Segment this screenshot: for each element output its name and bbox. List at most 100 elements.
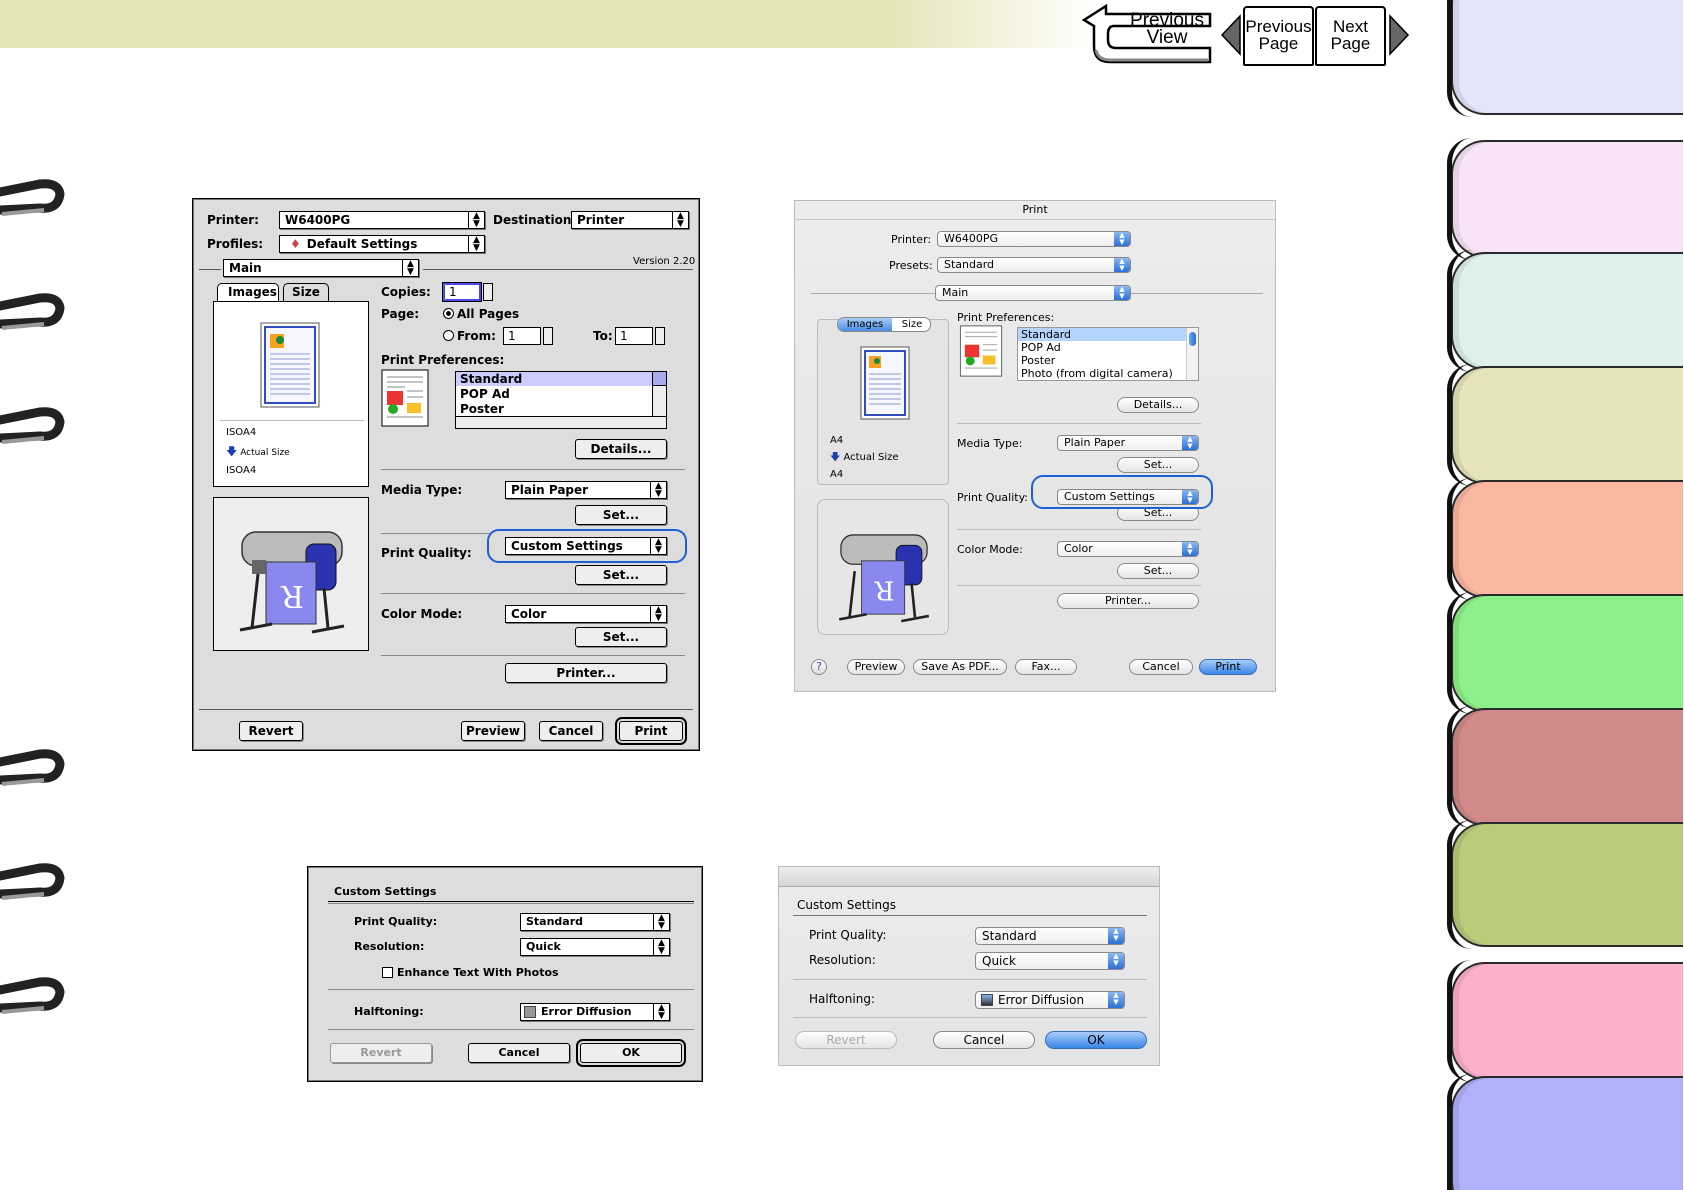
print-quality-select[interactable]: Standard ▲ ▼ <box>975 927 1125 945</box>
chapter-tab-5[interactable] <box>1447 478 1683 600</box>
previous-view-button[interactable]: Previous View <box>1080 4 1220 64</box>
revert-button[interactable]: Revert <box>795 1031 897 1049</box>
horizontal-scrollbar[interactable] <box>456 416 666 428</box>
divider <box>328 1029 694 1030</box>
presets-select[interactable]: Standard ▲ ▼ <box>937 257 1131 273</box>
chapter-tab-2[interactable] <box>1447 138 1683 260</box>
to-field[interactable]: 1 <box>615 327 653 345</box>
cancel-button[interactable]: Cancel <box>468 1043 570 1063</box>
all-pages-radio[interactable] <box>443 308 454 319</box>
halftoning-select[interactable]: Error Diffusion ▲ ▼ <box>975 991 1125 1009</box>
to-stepper[interactable] <box>655 327 665 345</box>
chapter-tab-3[interactable] <box>1447 250 1683 372</box>
chapter-tab-10[interactable] <box>1447 1074 1683 1190</box>
media-set-button[interactable]: Set... <box>575 505 667 525</box>
chapter-tab-4[interactable] <box>1447 364 1683 486</box>
print-button[interactable]: Print <box>1199 659 1257 675</box>
print-quality-select[interactable]: Custom Settings ▲ ▼ <box>505 537 667 555</box>
media-set-button[interactable]: Set... <box>1117 457 1199 473</box>
print-button[interactable]: Print <box>619 721 683 741</box>
printer-select[interactable]: W6400PG ▲ ▼ <box>937 231 1131 247</box>
preference-thumbnail-icon <box>959 325 1003 377</box>
chapter-tab-1[interactable] <box>1447 0 1683 117</box>
updown-arrow-icon: ▲ ▼ <box>1108 992 1124 1008</box>
print-quality-select[interactable]: Standard ▲ ▼ <box>520 913 670 931</box>
color-mode-select[interactable]: Color ▲ ▼ <box>1057 541 1199 557</box>
list-item[interactable]: POP Ad <box>1021 341 1061 354</box>
revert-button[interactable]: Revert <box>330 1043 432 1063</box>
color-mode-select[interactable]: Color ▲ ▼ <box>505 605 667 623</box>
list-item[interactable]: Standard <box>456 372 652 386</box>
print-quality-select[interactable]: Custom Settings ▲ ▼ <box>1057 489 1199 505</box>
halftoning-select[interactable]: Error Diffusion ▲ ▼ <box>520 1003 670 1021</box>
next-page-button[interactable]: Next Page <box>1315 6 1386 66</box>
chapter-tab-7[interactable] <box>1447 706 1683 828</box>
scrollbar[interactable] <box>652 372 666 416</box>
copies-stepper[interactable] <box>483 283 493 301</box>
quality-set-button[interactable]: Set... <box>575 565 667 585</box>
profiles-select[interactable]: ♦ Default Settings ▲ ▼ <box>279 235 485 253</box>
color-set-button[interactable]: Set... <box>1117 563 1199 579</box>
print-preferences-list[interactable]: Standard POP Ad Poster <box>455 371 667 429</box>
details-button[interactable]: Details... <box>575 439 667 459</box>
save-as-pdf-button[interactable]: Save As PDF... <box>913 659 1007 675</box>
cancel-button[interactable]: Cancel <box>1129 659 1193 675</box>
page-thumbnail-icon <box>860 346 910 420</box>
list-item[interactable]: Standard <box>1018 328 1186 341</box>
panel-select[interactable]: Main ▲ ▼ <box>935 285 1131 301</box>
printer-image-panel: R <box>213 497 369 651</box>
down-arrow-icon: 🡇 <box>226 445 238 458</box>
preview-button[interactable]: Preview <box>847 659 905 675</box>
cancel-button[interactable]: Cancel <box>539 721 603 741</box>
tab-size[interactable]: Size <box>893 318 930 331</box>
tab-images[interactable]: Images <box>838 318 892 331</box>
list-item[interactable]: POP Ad <box>460 387 510 401</box>
list-item[interactable]: Poster <box>460 402 504 416</box>
chapter-tab-6[interactable] <box>1447 592 1683 714</box>
printer-button[interactable]: Printer... <box>505 663 667 683</box>
output-size-label: ISOA4 <box>226 465 257 476</box>
printer-button[interactable]: Printer... <box>1057 593 1199 609</box>
preview-button[interactable]: Preview <box>461 721 525 741</box>
previous-page-arrow-icon[interactable] <box>1220 14 1242 56</box>
from-radio[interactable] <box>443 330 454 341</box>
updown-arrow-icon: ▲ ▼ <box>468 212 484 228</box>
ok-button[interactable]: OK <box>580 1043 682 1063</box>
resolution-select[interactable]: Quick ▲ ▼ <box>520 938 670 956</box>
previous-page-button[interactable]: Previous Page <box>1243 6 1314 66</box>
from-field[interactable]: 1 <box>503 327 541 345</box>
revert-button[interactable]: Revert <box>239 721 303 741</box>
list-item[interactable]: Poster <box>1021 354 1055 367</box>
list-item[interactable]: Photo (from digital camera) <box>1021 367 1173 380</box>
divider <box>957 585 1201 586</box>
destination-select[interactable]: Printer ▲ ▼ <box>571 211 689 229</box>
color-set-button[interactable]: Set... <box>575 627 667 647</box>
tab-images[interactable]: Images <box>217 283 279 301</box>
media-type-select[interactable]: Plain Paper ▲ ▼ <box>1057 435 1199 451</box>
print-quality-label: Print Quality: <box>957 491 1029 504</box>
resolution-select[interactable]: Quick ▲ ▼ <box>975 952 1125 970</box>
fax-button[interactable]: Fax... <box>1015 659 1077 675</box>
from-stepper[interactable] <box>543 327 553 345</box>
enhance-text-checkbox[interactable] <box>382 967 393 978</box>
chapter-tab-9[interactable] <box>1447 960 1683 1082</box>
print-preferences-list[interactable]: Standard POP Ad Poster Photo (from digit… <box>1017 327 1199 381</box>
copies-field[interactable]: 1 <box>443 283 481 301</box>
next-page-arrow-icon[interactable] <box>1388 14 1410 56</box>
scrollbar[interactable] <box>1186 328 1198 380</box>
cancel-button[interactable]: Cancel <box>933 1031 1035 1049</box>
paper-size-label: A4 <box>830 435 844 446</box>
tab-size[interactable]: Size <box>283 283 329 301</box>
printer-label: Printer: <box>891 233 932 246</box>
divider <box>381 469 685 470</box>
updown-arrow-icon: ▲ ▼ <box>1114 258 1130 272</box>
printer-select[interactable]: W6400PG ▲ ▼ <box>279 211 485 229</box>
help-icon[interactable]: ? <box>811 659 827 675</box>
chapter-tab-8[interactable] <box>1447 820 1683 949</box>
ok-button[interactable]: OK <box>1045 1031 1147 1049</box>
details-button[interactable]: Details... <box>1117 397 1199 413</box>
media-type-select[interactable]: Plain Paper ▲ ▼ <box>505 481 667 499</box>
updown-arrow-icon: ▲ ▼ <box>1108 928 1124 944</box>
dialog-title: Custom Settings <box>334 885 437 898</box>
panel-select[interactable]: Main ▲ ▼ <box>223 259 419 277</box>
